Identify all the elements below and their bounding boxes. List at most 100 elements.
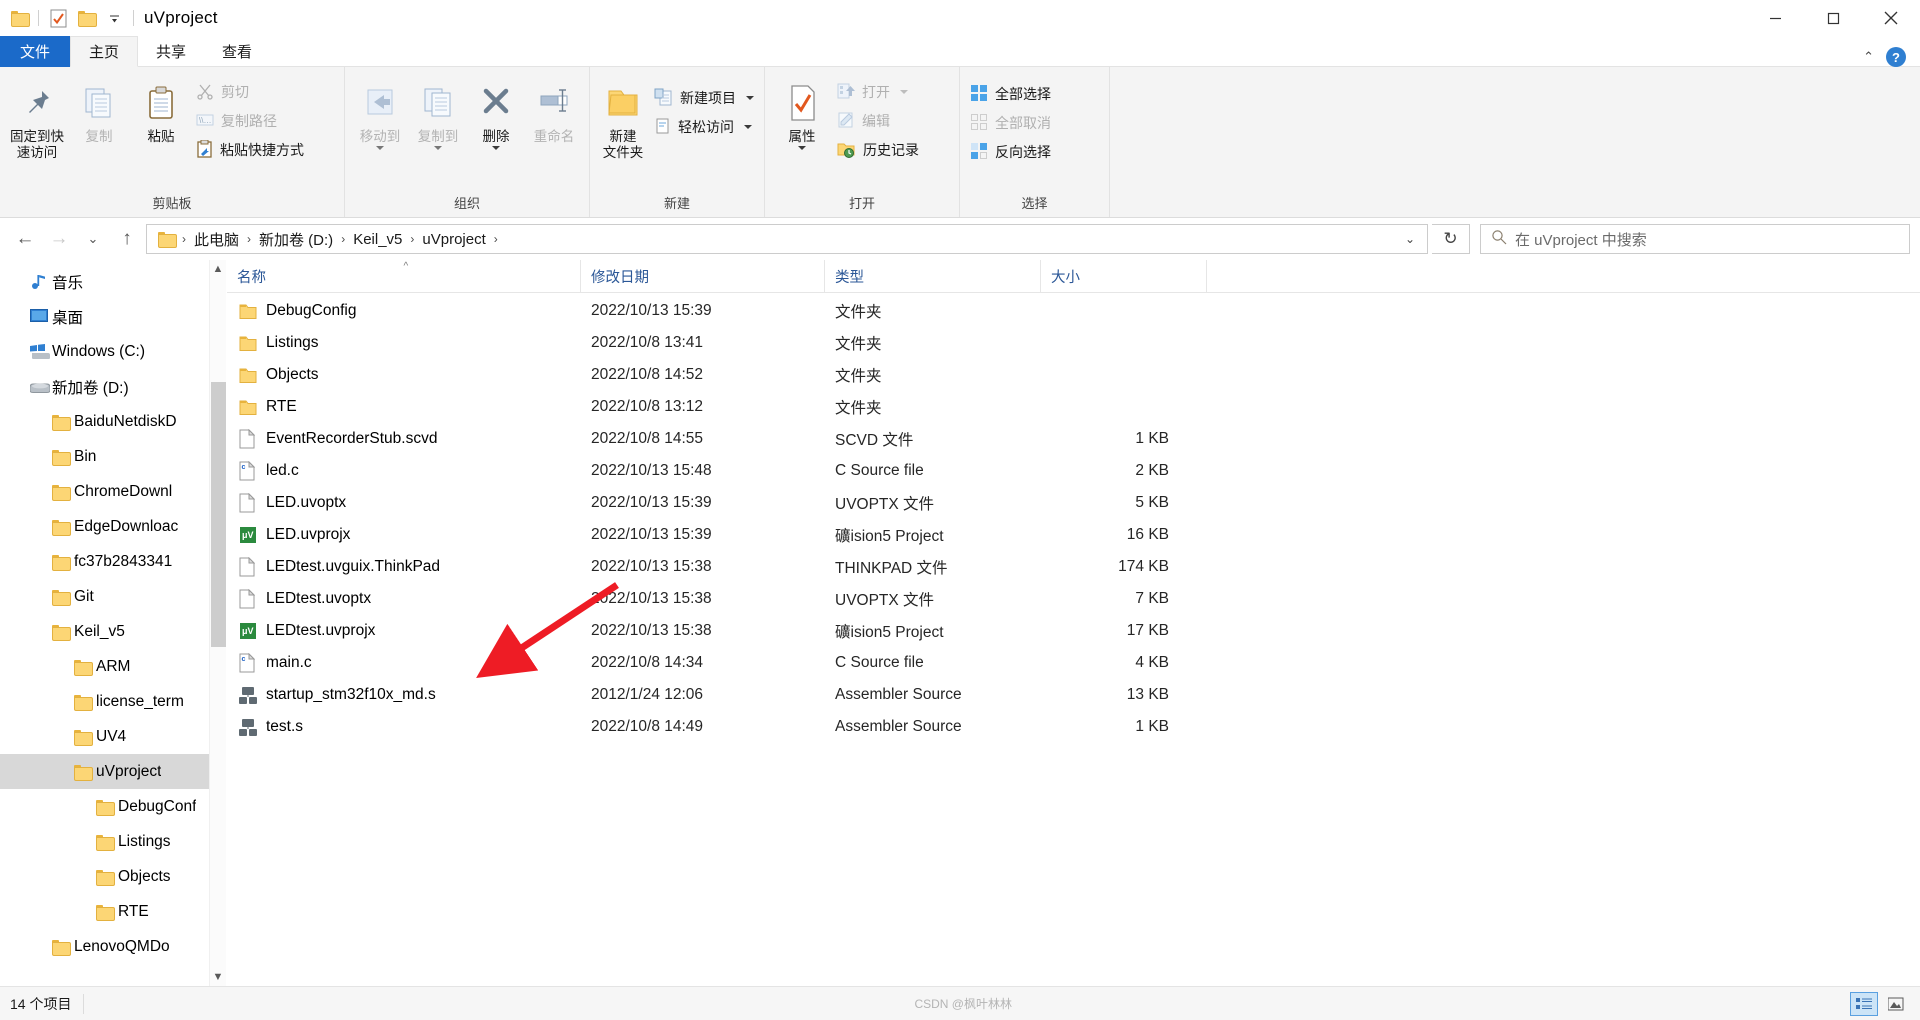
easy-access-button[interactable]: 轻松访问 [650,114,758,140]
move-to-button[interactable]: 移动到 [351,75,409,154]
cut-button[interactable]: 剪切 [192,79,308,105]
new-folder-icon[interactable] [73,5,99,31]
file-row[interactable]: Listings 2022/10/8 13:41 文件夹 [227,327,1920,359]
address-dropdown-icon[interactable]: ⌄ [1397,225,1423,253]
recent-locations-button[interactable]: ⌄ [78,224,108,254]
open-button[interactable]: 打开 [833,79,923,105]
edit-button[interactable]: 编辑 [833,108,923,134]
properties-caret-icon[interactable] [798,146,806,150]
file-row[interactable]: μV LEDtest.uvprojx 2022/10/13 15:38 礦ision5… [227,615,1920,647]
close-button[interactable] [1862,0,1920,36]
back-button[interactable]: ← [10,224,40,254]
nav-tree-item[interactable]: 新加卷 (D:) [0,369,226,404]
easy-access-icon [654,117,671,138]
easy-access-caret-icon[interactable] [744,125,752,129]
file-name-label: LEDtest.uvprojx [266,622,376,639]
nav-tree-item[interactable]: fc37b2843341 [0,544,226,579]
scroll-down-icon[interactable]: ▼ [210,968,226,986]
file-row[interactable]: c led.c 2022/10/13 15:48 C Source file 2 KB [227,455,1920,487]
address-path-input[interactable]: › 此电脑 › 新加卷 (D:) › Keil_v5 › uVproject ›… [146,224,1428,254]
column-header-date[interactable]: 修改日期 [581,259,825,293]
navigation-scrollbar[interactable]: ▲ ▼ [209,260,226,986]
nav-tree-item[interactable]: UV4 [0,719,226,754]
refresh-button[interactable]: ↻ [1432,224,1470,254]
nav-tree-item[interactable]: ChromeDownl [0,474,226,509]
scroll-up-icon[interactable]: ▲ [210,260,226,278]
file-row[interactable]: Objects 2022/10/8 14:52 文件夹 [227,359,1920,391]
folder-icon [74,729,96,746]
paste-shortcut-button[interactable]: 粘贴快捷方式 [192,137,308,163]
file-row[interactable]: LEDtest.uvoptx 2022/10/13 15:38 UVOPTX 文件 7… [227,583,1920,615]
large-icons-view-button[interactable] [1882,992,1910,1016]
copy-path-button[interactable]: \\… 复制路径 [192,108,308,134]
details-view-button[interactable] [1850,991,1878,1016]
open-caret-icon[interactable] [900,90,908,94]
nav-tree-item[interactable]: Bin [0,439,226,474]
nav-tree-item[interactable]: ARM [0,649,226,684]
nav-tree-item[interactable]: Windows (C:) [0,334,226,369]
nav-tree-item[interactable]: Listings [0,824,226,859]
file-row[interactable]: c main.c 2022/10/8 14:34 C Source file 4 KB [227,647,1920,679]
help-icon[interactable]: ? [1886,47,1906,67]
scrollbar-thumb[interactable] [211,382,226,647]
select-none-button[interactable]: 全部取消 [966,110,1055,136]
folder-icon[interactable] [6,5,32,31]
nav-tree-item[interactable]: 桌面 [0,299,226,334]
nav-tree-item[interactable]: RTE [0,894,226,929]
nav-tree-item[interactable]: LenovoQMDo [0,929,226,964]
tab-share[interactable]: 共享 [138,36,204,67]
file-row[interactable]: RTE 2022/10/8 13:12 文件夹 [227,391,1920,423]
history-button[interactable]: 历史记录 [833,137,923,163]
move-to-caret-icon[interactable] [376,146,384,150]
forward-button[interactable]: → [44,224,74,254]
breadcrumb-uvproject[interactable]: uVproject [418,231,489,248]
minimize-button[interactable] [1746,0,1804,36]
breadcrumb-drive-d[interactable]: 新加卷 (D:) [255,229,337,250]
file-row[interactable]: EventRecorderStub.scvd 2022/10/8 14:55 SCV… [227,423,1920,455]
new-item-button[interactable]: 新建项目 [650,85,758,111]
rename-button[interactable]: 重命名 [525,75,583,149]
file-name-label: startup_stm32f10x_md.s [266,686,436,703]
nav-tree-item[interactable]: Objects [0,859,226,894]
file-row[interactable]: μV LED.uvprojx 2022/10/13 15:39 礦ision5 Pro… [227,519,1920,551]
copy-to-button[interactable]: 复制到 [409,75,467,154]
tab-home[interactable]: 主页 [70,36,139,67]
tab-file[interactable]: 文件 [0,36,71,67]
column-header-size[interactable]: 大小 [1041,259,1207,293]
breadcrumb-keil-v5[interactable]: Keil_v5 [349,231,406,248]
invert-selection-button[interactable]: 反向选择 [966,139,1055,165]
file-row[interactable]: DebugConfig 2022/10/13 15:39 文件夹 [227,295,1920,327]
copy-to-caret-icon[interactable] [434,146,442,150]
nav-tree-item[interactable]: license_term [0,684,226,719]
file-row[interactable]: test.s 2022/10/8 14:49 Assembler Source 1 K… [227,711,1920,743]
tab-view[interactable]: 查看 [204,36,270,67]
file-row[interactable]: LEDtest.uvguix.ThinkPad 2022/10/13 15:38 T… [227,551,1920,583]
delete-caret-icon[interactable] [492,146,500,150]
nav-tree-item[interactable]: EdgeDownloac [0,509,226,544]
file-row[interactable]: startup_stm32f10x_md.s 2012/1/24 12:06 Ass… [227,679,1920,711]
nav-tree-item[interactable]: BaiduNetdiskD [0,404,226,439]
breadcrumb-this-pc[interactable]: 此电脑 [190,229,243,250]
properties-button[interactable]: 属性 [771,75,833,154]
new-folder-button[interactable]: 新建 文件夹 [596,75,650,165]
new-item-caret-icon[interactable] [746,96,754,100]
delete-button[interactable]: 删除 [467,75,525,154]
file-row[interactable]: LED.uvoptx 2022/10/13 15:39 UVOPTX 文件 5 KB [227,487,1920,519]
maximize-button[interactable] [1804,0,1862,36]
column-header-type[interactable]: 类型 [825,259,1041,293]
nav-tree-item[interactable]: 音乐 [0,264,226,299]
customize-dropdown-icon[interactable] [101,5,127,31]
up-button[interactable]: ↑ [112,224,142,254]
collapse-ribbon-icon[interactable]: ⌃ [1863,49,1874,65]
pin-to-quick-access-button[interactable]: 固定到快 速访问 [6,75,68,165]
select-all-button[interactable]: 全部选择 [966,81,1055,107]
nav-tree-item[interactable]: Git [0,579,226,614]
column-header-name[interactable]: ^ 名称 [227,259,581,293]
nav-tree-item[interactable]: Keil_v5 [0,614,226,649]
nav-tree-item[interactable]: DebugConf [0,789,226,824]
copy-button[interactable]: 复制 [68,75,130,149]
search-box[interactable]: 在 uVproject 中搜索 [1480,224,1910,254]
properties-check-icon[interactable] [45,5,71,31]
nav-tree-item[interactable]: uVproject [0,754,226,789]
paste-button[interactable]: 粘贴 [130,75,192,149]
